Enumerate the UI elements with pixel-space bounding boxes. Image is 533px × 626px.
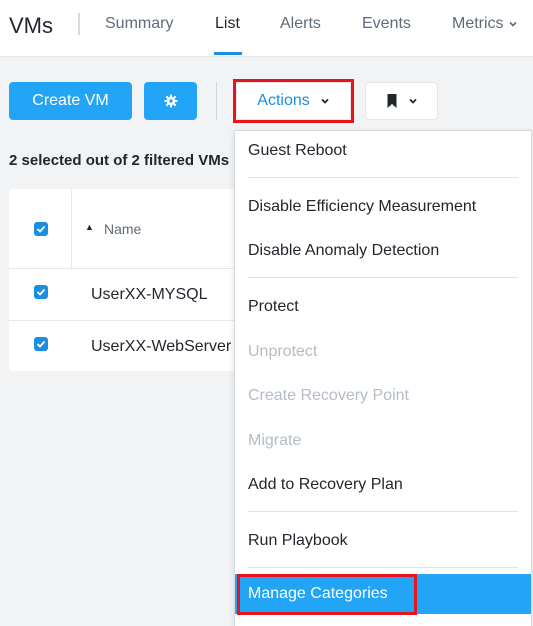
title-divider — [78, 13, 80, 35]
vm-name-link[interactable]: UserXX-WebServer — [91, 338, 231, 356]
tab-alerts[interactable]: Alerts — [280, 15, 321, 33]
menu-divider — [248, 567, 518, 568]
row-checkbox[interactable] — [34, 337, 48, 351]
menu-item-guest-reboot[interactable]: Guest Reboot — [235, 134, 531, 168]
toolbar-divider — [216, 82, 217, 120]
vm-name-link[interactable]: UserXX-MYSQL — [91, 286, 207, 304]
menu-item-migrate: Migrate — [248, 432, 302, 449]
menu-divider — [248, 177, 518, 178]
row-checkbox[interactable] — [34, 285, 48, 299]
check-icon — [36, 225, 46, 233]
tab-events[interactable]: Events — [362, 15, 411, 33]
menu-divider — [248, 277, 518, 278]
chevron-down-icon — [408, 98, 417, 104]
create-vm-button[interactable]: Create VM — [9, 82, 132, 120]
chevron-down-icon — [508, 21, 517, 27]
menu-divider — [248, 511, 518, 512]
menu-item-protect[interactable]: Protect — [235, 290, 531, 324]
top-nav-bar: VMs Summary List Alerts Events Metrics — [0, 0, 533, 57]
menu-item-disable-anomaly-detection[interactable]: Disable Anomaly Detection — [235, 234, 531, 268]
menu-item-create-recovery-point: Create Recovery Point — [248, 387, 409, 404]
column-header-name[interactable]: Name — [104, 221, 141, 237]
menu-item-run-playbook[interactable]: Run Playbook — [235, 524, 531, 558]
vm-table: ▲ Name UserXX-MYSQL UserXX-WebServer — [9, 189, 269, 371]
bookmark-icon — [387, 94, 396, 108]
select-all-checkbox[interactable] — [34, 222, 48, 236]
gear-icon — [164, 94, 177, 108]
menu-item-add-to-recovery-plan[interactable]: Add to Recovery Plan — [235, 468, 531, 502]
row-divider — [9, 320, 269, 321]
column-divider — [71, 189, 72, 269]
actions-label: Actions — [257, 92, 310, 109]
menu-item-unprotect: Unprotect — [248, 343, 318, 360]
tab-list[interactable]: List — [215, 15, 240, 33]
tab-summary[interactable]: Summary — [105, 15, 173, 33]
tab-metrics[interactable]: Metrics — [452, 15, 518, 33]
actions-dropdown-button[interactable]: Actions — [236, 82, 351, 120]
tab-metrics-label: Metrics — [452, 15, 504, 32]
bookmark-dropdown-button[interactable] — [365, 82, 438, 120]
settings-button[interactable] — [144, 82, 197, 120]
menu-item-manage-categories[interactable]: Manage Categories — [235, 574, 531, 614]
chevron-down-icon — [321, 98, 329, 104]
row-divider — [9, 268, 269, 269]
menu-item-disable-efficiency-measurement[interactable]: Disable Efficiency Measurement — [235, 190, 531, 224]
selection-summary: 2 selected out of 2 filtered VMs — [9, 152, 230, 169]
actions-menu: Guest Reboot Disable Efficiency Measurem… — [234, 130, 532, 626]
check-icon — [36, 288, 46, 296]
check-icon — [36, 340, 46, 348]
page-title: VMs — [9, 13, 53, 38]
sort-ascending-icon[interactable]: ▲ — [85, 222, 94, 232]
active-tab-indicator — [214, 52, 242, 55]
